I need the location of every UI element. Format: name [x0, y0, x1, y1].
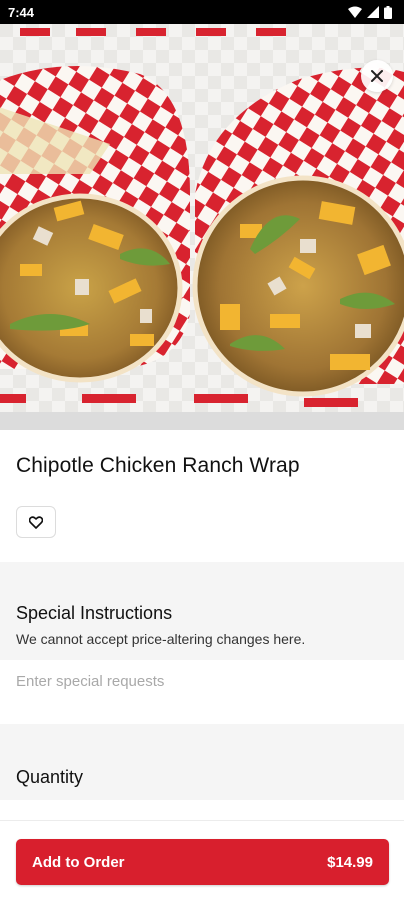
battery-icon [384, 5, 392, 19]
add-to-order-label: Add to Order [32, 853, 125, 871]
special-instructions-title: Special Instructions [16, 603, 173, 623]
favorite-button[interactable] [16, 506, 56, 538]
order-price: $14.99 [327, 853, 373, 871]
status-icons [348, 5, 392, 19]
special-requests-input[interactable] [0, 660, 404, 724]
heart-icon [29, 515, 43, 529]
hero-image [0, 24, 404, 430]
close-icon [371, 70, 383, 82]
close-button[interactable] [361, 60, 393, 92]
wrap-photo [0, 24, 404, 430]
status-bar: 7:44 [0, 0, 404, 24]
item-title: Chipotle Chicken Ranch Wrap [16, 454, 300, 477]
special-instructions-subtitle: We cannot accept price-altering changes … [16, 631, 306, 647]
quantity-title: Quantity [16, 767, 84, 787]
wifi-icon [348, 6, 362, 18]
quantity-header [0, 724, 404, 800]
status-time: 7:44 [8, 4, 35, 20]
add-to-order-button[interactable]: Add to Order $14.99 [16, 839, 389, 885]
signal-icon [367, 6, 379, 18]
